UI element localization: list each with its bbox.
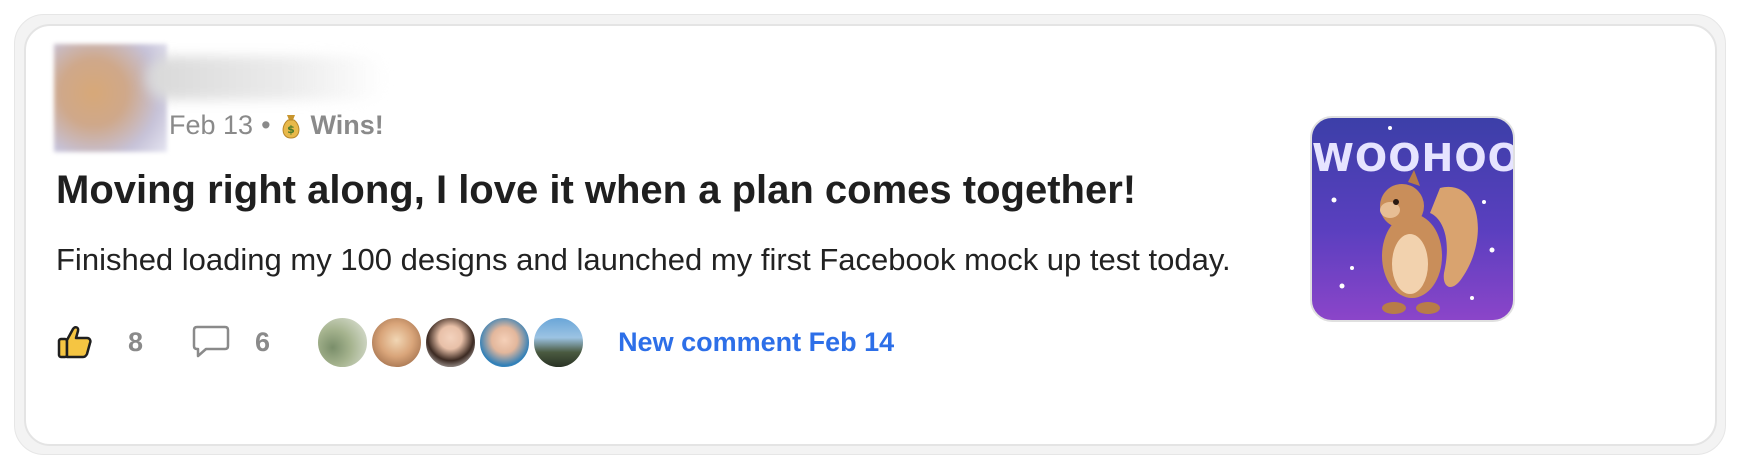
post-category[interactable]: Wins! <box>311 110 384 141</box>
meta-separator: • <box>261 110 271 140</box>
commenter-avatar[interactable] <box>532 315 586 369</box>
new-comment-link[interactable]: New comment Feb 14 <box>618 327 894 358</box>
squirrel-illustration <box>1331 126 1495 314</box>
commenter-avatar[interactable] <box>478 315 532 369</box>
author-avatar[interactable] <box>54 44 167 152</box>
post-gif-thumbnail[interactable]: WOOHOO <box>1310 116 1515 322</box>
commenter-avatar[interactable] <box>316 315 370 369</box>
post-date: Feb 13 <box>169 110 254 140</box>
post-body: Finished loading my 100 designs and laun… <box>56 242 1231 277</box>
post-actions: 8 6 New comment Feb 14 <box>56 314 894 370</box>
commenter-avatar[interactable] <box>424 315 478 369</box>
author-name-redacted <box>146 56 386 100</box>
post-card[interactable]: Feb 13 • $ Wins! Moving right along, I l… <box>24 24 1717 446</box>
comment-button[interactable]: 6 <box>191 324 270 360</box>
money-bag-icon: $ <box>282 114 299 139</box>
svg-text:$: $ <box>287 123 295 136</box>
comment-count: 6 <box>255 326 271 357</box>
thumbs-up-icon <box>57 326 92 359</box>
post-meta: Feb 13 • $ Wins! <box>169 110 384 141</box>
like-count: 8 <box>128 326 144 357</box>
comment-bubble-icon <box>192 325 230 358</box>
like-button[interactable]: 8 <box>56 323 143 361</box>
commenter-avatar[interactable] <box>370 315 424 369</box>
post-title[interactable]: Moving right along, I love it when a pla… <box>56 168 1136 213</box>
commenter-avatars[interactable] <box>316 315 586 369</box>
